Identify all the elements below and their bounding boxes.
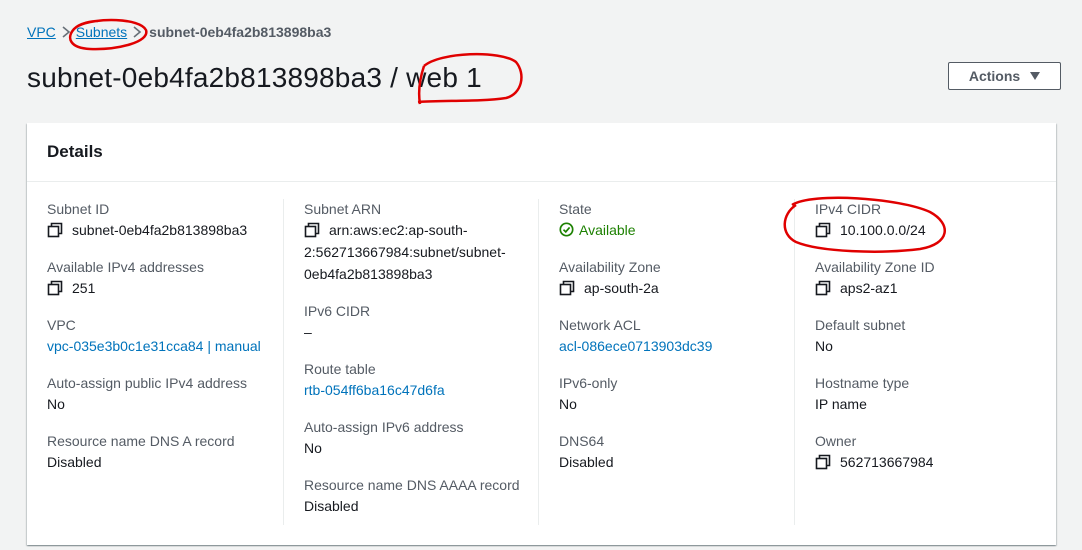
field-value: Disabled <box>47 454 102 470</box>
copy-icon[interactable] <box>304 222 320 238</box>
field-auto-assign-ipv4: Auto-assign public IPv4 address No <box>47 373 283 415</box>
copy-icon[interactable] <box>559 280 575 296</box>
field-ipv6-only: IPv6-only No <box>559 373 798 415</box>
copy-icon[interactable] <box>815 280 831 296</box>
field-label: Route table <box>304 361 376 377</box>
caret-down-icon <box>1030 72 1041 80</box>
field-network-acl: Network ACL acl-086ece0713903dc39 <box>559 315 798 357</box>
route-table-link[interactable]: rtb-054ff6ba16c47d6fa <box>304 379 445 401</box>
field-label: Subnet ARN <box>304 201 382 217</box>
field-value: Disabled <box>559 454 614 470</box>
field-value: 251 <box>72 280 96 296</box>
field-available-ipv4: Available IPv4 addresses 251 <box>47 257 283 299</box>
field-value-line: 2:562713667984:subnet/subnet- <box>304 244 506 260</box>
breadcrumb: VPC Subnets subnet-0eb4fa2b813898ba3 <box>27 24 331 40</box>
vpc-link[interactable]: vpc-035e3b0c1e31cca84 | manual <box>47 335 261 357</box>
details-header: Details <box>27 123 1056 182</box>
field-label: Auto-assign public IPv4 address <box>47 375 247 391</box>
check-circle-icon <box>559 222 574 237</box>
field-label: Resource name DNS AAAA record <box>304 477 520 493</box>
field-ipv4-cidr: IPv4 CIDR 10.100.0.0/24 <box>815 199 1034 241</box>
field-value: No <box>304 440 322 456</box>
field-label: Availability Zone <box>559 259 661 275</box>
field-label: Default subnet <box>815 317 906 333</box>
field-label: State <box>559 201 592 217</box>
field-subnet-id: Subnet ID subnet-0eb4fa2b813898ba3 <box>47 199 283 241</box>
field-label: Hostname type <box>815 375 910 391</box>
field-dns-aaaa-record: Resource name DNS AAAA record Disabled <box>304 475 543 517</box>
field-label: IPv4 CIDR <box>815 201 882 217</box>
field-label: DNS64 <box>559 433 605 449</box>
field-label: IPv6-only <box>559 375 618 391</box>
field-value-line: arn:aws:ec2:ap-south- <box>329 222 468 238</box>
field-availability-zone-id: Availability Zone ID aps2-az1 <box>815 257 1034 299</box>
details-panel: Details Subnet ID subnet-0eb4fa2b813898b… <box>27 123 1056 545</box>
breadcrumb-subnets-link[interactable]: Subnets <box>76 24 127 40</box>
field-value: – <box>304 324 312 340</box>
field-dns64: DNS64 Disabled <box>559 431 798 473</box>
field-value: No <box>47 396 65 412</box>
field-value: 10.100.0.0/24 <box>840 222 926 238</box>
field-availability-zone: Availability Zone ap-south-2a <box>559 257 798 299</box>
subnet-name-title: web 1 <box>406 62 482 93</box>
details-title: Details <box>47 142 103 161</box>
status-badge: Available <box>579 222 636 238</box>
field-value: No <box>815 338 833 354</box>
field-label: Owner <box>815 433 857 449</box>
page-title: subnet-0eb4fa2b813898ba3 / web 1 <box>27 62 482 94</box>
actions-button-label: Actions <box>968 68 1021 84</box>
copy-icon[interactable] <box>47 280 63 296</box>
chevron-right-icon <box>127 26 147 38</box>
field-value: subnet-0eb4fa2b813898ba3 <box>72 222 248 238</box>
field-dns-a-record: Resource name DNS A record Disabled <box>47 431 283 473</box>
field-owner: Owner 562713667984 <box>815 431 1034 473</box>
field-ipv6-cidr: IPv6 CIDR – <box>304 301 543 343</box>
field-value: aps2-az1 <box>840 280 898 296</box>
details-column-3: State Available Availability Zone ap-sou… <box>538 199 798 525</box>
title-separator: / <box>390 62 399 93</box>
field-label: Availability Zone ID <box>815 259 935 275</box>
field-label: Network ACL <box>559 317 641 333</box>
field-hostname-type: Hostname type IP name <box>815 373 1034 415</box>
field-label: Subnet ID <box>47 201 110 217</box>
network-acl-link[interactable]: acl-086ece0713903dc39 <box>559 335 712 357</box>
field-state: State Available <box>559 199 798 241</box>
details-column-2: Subnet ARN arn:aws:ec2:ap-south- 2:56271… <box>283 199 543 525</box>
field-route-table: Route table rtb-054ff6ba16c47d6fa <box>304 359 543 401</box>
field-label: IPv6 CIDR <box>304 303 371 319</box>
breadcrumb-current: subnet-0eb4fa2b813898ba3 <box>149 24 332 40</box>
field-subnet-arn: Subnet ARN arn:aws:ec2:ap-south- 2:56271… <box>304 199 543 285</box>
details-column-4: IPv4 CIDR 10.100.0.0/24 Availability Zon… <box>794 199 1034 525</box>
details-column-1: Subnet ID subnet-0eb4fa2b813898ba3 Avail… <box>47 199 283 525</box>
actions-button[interactable]: Actions <box>948 62 1061 90</box>
field-auto-assign-ipv6: Auto-assign IPv6 address No <box>304 417 543 459</box>
field-default-subnet: Default subnet No <box>815 315 1034 357</box>
copy-icon[interactable] <box>47 222 63 238</box>
field-value: Disabled <box>304 498 359 514</box>
subnet-id-title: subnet-0eb4fa2b813898ba3 <box>27 62 383 93</box>
field-label: Available IPv4 addresses <box>47 259 204 275</box>
field-value: ap-south-2a <box>584 280 659 296</box>
field-label: VPC <box>47 317 76 333</box>
breadcrumb-vpc-link[interactable]: VPC <box>27 24 56 40</box>
field-value: No <box>559 396 577 412</box>
field-label: Auto-assign IPv6 address <box>304 419 464 435</box>
field-vpc: VPC vpc-035e3b0c1e31cca84 | manual <box>47 315 283 357</box>
chevron-right-icon <box>56 26 76 38</box>
copy-icon[interactable] <box>815 454 831 470</box>
field-label: Resource name DNS A record <box>47 433 235 449</box>
details-columns: Subnet ID subnet-0eb4fa2b813898ba3 Avail… <box>27 199 1056 525</box>
field-value-line: 0eb4fa2b813898ba3 <box>304 266 433 282</box>
field-value: 562713667984 <box>840 454 934 470</box>
copy-icon[interactable] <box>815 222 831 238</box>
field-value: IP name <box>815 396 867 412</box>
